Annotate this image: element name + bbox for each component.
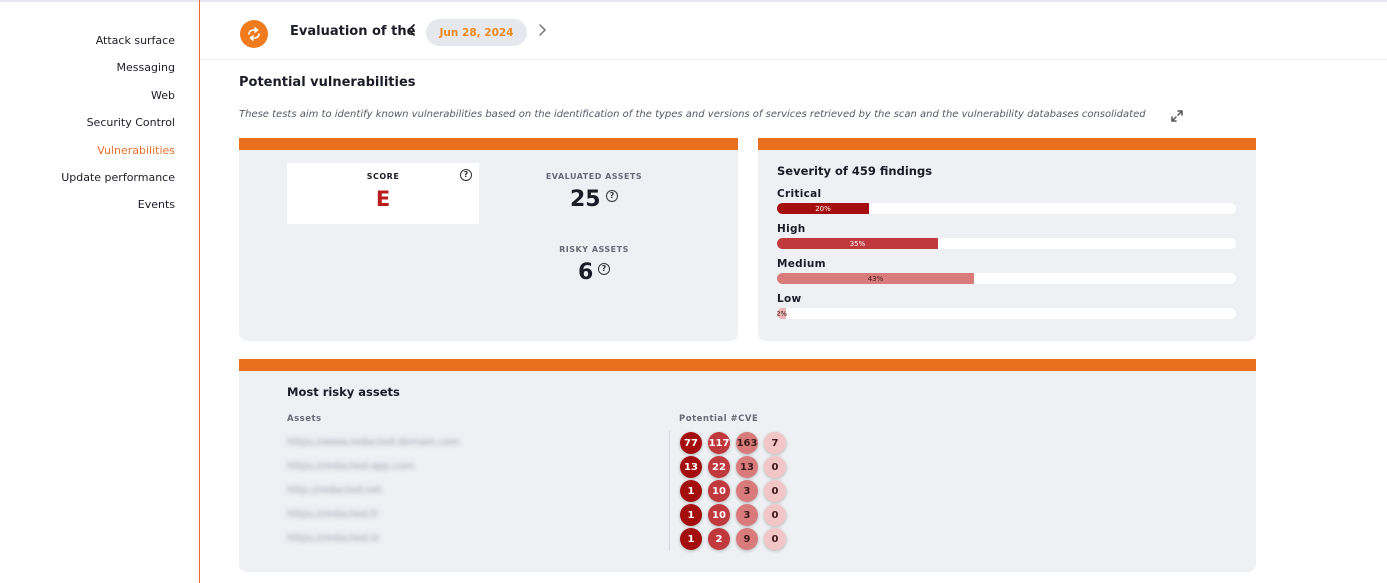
cve-count-badge: 117 (708, 432, 730, 454)
cve-count-badge: 10 (708, 504, 730, 526)
severity-card: Severity of 459 findings Critical 20% Hi… (758, 138, 1256, 341)
cve-count-badge: 0 (764, 480, 786, 502)
risky-assets-title: Most risky assets (287, 385, 400, 399)
section-title: Potential vulnerabilities (239, 75, 416, 90)
asset-name[interactable]: https://redacted-app.com (287, 461, 427, 472)
cve-count-badge: 77 (680, 432, 702, 454)
severity-title: Severity of 459 findings (777, 164, 933, 178)
cve-count-badge: 2 (708, 528, 730, 550)
severity-track-critical: 20% (777, 203, 1236, 214)
card-accent-bar (758, 138, 1256, 150)
severity-label-critical: Critical (777, 188, 822, 200)
cve-count-badge: 10 (708, 480, 730, 502)
cve-count-badge: 13 (680, 456, 702, 478)
severity-bar-low: 2% (777, 308, 788, 319)
asset-name[interactable]: https://redacted.io (287, 533, 427, 544)
help-icon[interactable]: ? (606, 190, 618, 202)
evaluated-assets-label: EVALUATED ASSETS (545, 172, 643, 181)
score-value: E (375, 187, 391, 211)
help-icon[interactable]: ? (460, 169, 472, 181)
sidebar-item-attack-surface[interactable]: Attack surface (0, 33, 199, 60)
evaluation-title: Evaluation of the (290, 24, 416, 39)
assets-column-header: Assets (287, 414, 322, 424)
cve-count-badge: 1 (680, 528, 702, 550)
cve-count-badge: 0 (764, 528, 786, 550)
sidebar-item-vulnerabilities[interactable]: Vulnerabilities (0, 143, 199, 170)
cve-count-badge: 0 (764, 456, 786, 478)
cve-count-badge: 0 (764, 504, 786, 526)
brand-logo-icon[interactable] (240, 20, 268, 48)
card-accent-bar (239, 359, 1256, 371)
severity-label-low: Low (777, 293, 802, 305)
expand-icon[interactable] (1170, 108, 1184, 122)
severity-bar-medium: 43% (777, 273, 974, 284)
chevron-left-icon[interactable] (407, 23, 417, 42)
score-label: SCORE (366, 172, 400, 181)
severity-label-high: High (777, 223, 806, 235)
cve-count-badge: 7 (764, 432, 786, 454)
cve-column-header: Potential #CVE (679, 414, 759, 424)
card-accent-bar (239, 138, 738, 150)
severity-track-low: 2% (777, 308, 1236, 319)
score-box: SCORE ? E (287, 163, 479, 224)
chevron-right-icon[interactable] (537, 23, 547, 42)
severity-bar-critical: 20% (777, 203, 869, 214)
cve-count-badge: 1 (680, 480, 702, 502)
score-card: SCORE ? E EVALUATED ASSETS 25 ? RISKY AS… (239, 138, 738, 341)
cve-count-badge: 22 (708, 456, 730, 478)
asset-name[interactable]: https://www.redacted-domain.com (287, 437, 460, 448)
severity-label-medium: Medium (777, 258, 826, 270)
column-divider (669, 431, 670, 551)
cve-count-badge: 3 (736, 504, 758, 526)
risky-assets-label: RISKY ASSETS (559, 245, 629, 254)
asset-name[interactable]: http://redacted.net (287, 485, 427, 496)
cve-count-badge: 13 (736, 456, 758, 478)
evaluated-assets-value: 25 (570, 187, 601, 212)
sidebar-item-update-performance[interactable]: Update performance (0, 170, 199, 197)
severity-track-high: 35% (777, 238, 1236, 249)
cve-count-badge: 3 (736, 480, 758, 502)
cve-count-badge: 163 (736, 432, 758, 454)
sidebar-item-security-control[interactable]: Security Control (0, 115, 199, 142)
risky-assets-value: 6 (578, 260, 594, 285)
date-selector[interactable]: Jun 28, 2024 (426, 19, 527, 46)
section-description: These tests aim to identify known vulner… (239, 109, 1146, 120)
evaluation-header: Evaluation of the Jun 28, 2024 (201, 2, 1387, 60)
severity-track-medium: 43% (777, 273, 1236, 284)
risky-assets-card: Most risky assets Assets Potential #CVE … (239, 359, 1256, 572)
sidebar: Attack surface Messaging Web Security Co… (0, 0, 200, 583)
sidebar-item-messaging[interactable]: Messaging (0, 60, 199, 87)
cve-count-badge: 1 (680, 504, 702, 526)
severity-bar-high: 35% (777, 238, 938, 249)
sidebar-item-web[interactable]: Web (0, 88, 199, 115)
cve-count-badge: 9 (736, 528, 758, 550)
asset-name[interactable]: https://redacted.fr (287, 509, 427, 520)
sidebar-item-events[interactable]: Events (0, 197, 199, 224)
help-icon[interactable]: ? (598, 263, 610, 275)
